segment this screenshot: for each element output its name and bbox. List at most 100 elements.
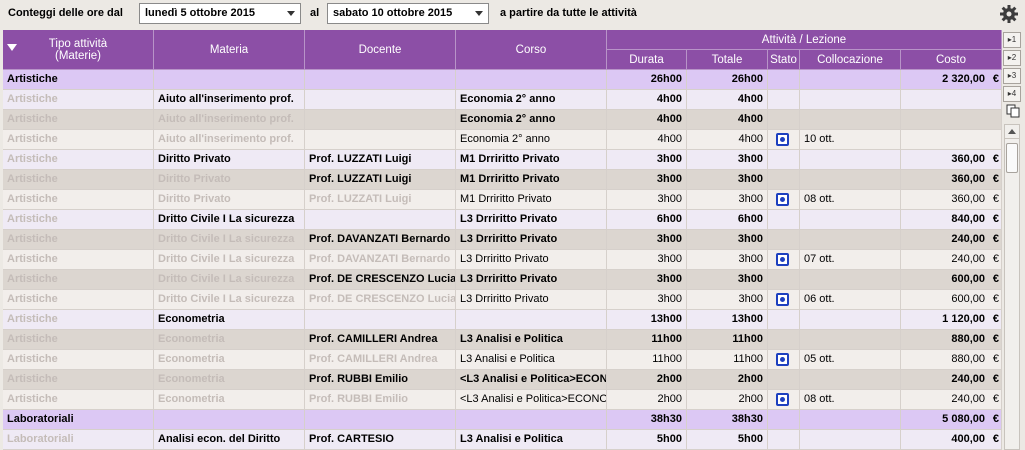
status-icon[interactable] (776, 253, 789, 266)
table-row[interactable]: Artistiche Dritto Civile I La sicurezza L3… (3, 210, 1002, 230)
table-row[interactable]: Artistiche Diritto Privato Prof. LUZZATI L… (3, 150, 1002, 170)
table-row[interactable]: Artistiche Econometria 13h00 13h00 1 120,00 € (3, 310, 1002, 330)
table-row[interactable]: Artistiche Dritto Civile I La sicurezza Pr… (3, 290, 1002, 310)
header-durata[interactable]: Durata (607, 50, 687, 70)
date-from-select[interactable]: lunedì 5 ottobre 2015 (139, 3, 301, 24)
level-4-button[interactable]: ▸4 (1003, 86, 1021, 102)
cell-costo: 2 320,00 € (901, 70, 1002, 89)
cell-corso: <L3 Analisi e Politica>ECONO G (456, 390, 607, 409)
cell-materia: Analisi econ. del Diritto (154, 430, 305, 449)
table-row[interactable]: Artistiche Aiuto all'inserimento prof. Eco… (3, 90, 1002, 110)
cell-stato (768, 230, 800, 249)
cell-costo: 600,00 € (901, 290, 1002, 309)
cell-costo: 1 120,00 € (901, 310, 1002, 329)
header-attivita-lezione: Attività / Lezione (607, 30, 1002, 50)
scroll-thumb[interactable] (1006, 143, 1018, 173)
sort-desc-icon[interactable] (7, 44, 17, 51)
cell-collocazione: 08 ott. (800, 390, 901, 409)
level-3-button[interactable]: ▸3 (1003, 68, 1021, 84)
header-docente[interactable]: Docente (305, 30, 456, 70)
cell-docente: Prof. LUZZATI Luigi (305, 150, 456, 169)
cell-corso (456, 410, 607, 429)
cell-collocazione (800, 430, 901, 449)
table-row[interactable]: Artistiche Econometria Prof. CAMILLERI And… (3, 350, 1002, 370)
level-2-button[interactable]: ▸2 (1003, 50, 1021, 66)
header-stato[interactable]: Stato (768, 50, 800, 70)
table-row[interactable]: Artistiche Dritto Civile I La sicurezza Pr… (3, 250, 1002, 270)
copy-icon[interactable] (1006, 104, 1020, 118)
table-row[interactable]: Artistiche Econometria Prof. RUBBI Emilio <… (3, 370, 1002, 390)
level-1-button[interactable]: ▸1 (1003, 32, 1021, 48)
table-row[interactable]: Artistiche Econometria Prof. RUBBI Emilio <… (3, 390, 1002, 410)
cell-durata: 3h00 (607, 150, 687, 169)
table-row[interactable]: Laboratoriali Analisi econ. del Diritto Pr… (3, 430, 1002, 450)
cell-totale: 26h00 (687, 70, 768, 89)
costo-value: 360,00 (951, 153, 985, 165)
vertical-scrollbar[interactable] (1004, 124, 1020, 450)
cell-costo: 240,00 € (901, 230, 1002, 249)
cell-materia: Econometria (154, 330, 305, 349)
cell-collocazione: 08 ott. (800, 190, 901, 209)
cell-tipo: Artistiche (3, 330, 154, 349)
euro-sign: € (992, 433, 999, 445)
cell-totale: 3h00 (687, 230, 768, 249)
cell-docente (305, 90, 456, 109)
scroll-up-icon[interactable] (1005, 125, 1019, 139)
header-collocazione[interactable]: Collocazione (800, 50, 901, 70)
cell-totale: 2h00 (687, 390, 768, 409)
gear-icon[interactable] (999, 4, 1019, 24)
cell-totale: 6h00 (687, 210, 768, 229)
status-icon[interactable] (776, 353, 789, 366)
costo-value: 2 320,00 (942, 73, 985, 85)
cell-collocazione: 07 ott. (800, 250, 901, 269)
table-row[interactable]: Artistiche Aiuto all'inserimento prof. Eco… (3, 130, 1002, 150)
cell-materia: Econometria (154, 390, 305, 409)
cell-durata: 4h00 (607, 130, 687, 149)
costo-value: 240,00 (951, 393, 985, 405)
header-corso[interactable]: Corso (456, 30, 607, 70)
table-row[interactable]: Laboratoriali 38h30 38h30 5 080,00 € (3, 410, 1002, 430)
cell-stato (768, 110, 800, 129)
cell-materia: Dritto Civile I La sicurezza (154, 210, 305, 229)
table-row[interactable]: Artistiche Econometria Prof. CAMILLERI And… (3, 330, 1002, 350)
cell-durata: 26h00 (607, 70, 687, 89)
cell-totale: 3h00 (687, 270, 768, 289)
cell-stato (768, 370, 800, 389)
chevron-down-icon (475, 11, 483, 16)
table-row[interactable]: Artistiche 26h00 26h00 2 320,00 € (3, 70, 1002, 90)
table-row[interactable]: Artistiche Dritto Civile I La sicurezza Pr… (3, 230, 1002, 250)
header-tipo-attivita[interactable]: Tipo attività (Materie) (3, 30, 154, 70)
cell-stato (768, 270, 800, 289)
table-row[interactable]: Artistiche Aiuto all'inserimento prof. Eco… (3, 110, 1002, 130)
header-costo[interactable]: Costo (901, 50, 1002, 70)
cell-costo (901, 90, 1002, 109)
table-row[interactable]: Artistiche Diritto Privato Prof. LUZZATI L… (3, 190, 1002, 210)
table-row[interactable]: Artistiche Dritto Civile I La sicurezza Pr… (3, 270, 1002, 290)
cell-materia: Dritto Civile I La sicurezza (154, 230, 305, 249)
cell-stato (768, 90, 800, 109)
cell-collocazione (800, 170, 901, 189)
cell-durata: 3h00 (607, 290, 687, 309)
status-icon[interactable] (776, 393, 789, 406)
cell-totale: 2h00 (687, 370, 768, 389)
status-icon[interactable] (776, 193, 789, 206)
cell-materia: Econometria (154, 370, 305, 389)
header-materia[interactable]: Materia (154, 30, 305, 70)
header-totale[interactable]: Totale (687, 50, 768, 70)
table-row[interactable]: Artistiche Diritto Privato Prof. LUZZATI L… (3, 170, 1002, 190)
cell-stato (768, 290, 800, 309)
cell-durata: 11h00 (607, 350, 687, 369)
status-icon[interactable] (776, 133, 789, 146)
cell-stato (768, 350, 800, 369)
cell-materia: Dritto Civile I La sicurezza (154, 290, 305, 309)
status-icon[interactable] (776, 293, 789, 306)
cell-collocazione (800, 90, 901, 109)
cell-docente (305, 210, 456, 229)
cell-docente: Prof. RUBBI Emilio (305, 370, 456, 389)
date-to-select[interactable]: sabato 10 ottobre 2015 (327, 3, 489, 24)
cell-tipo: Artistiche (3, 210, 154, 229)
cell-collocazione (800, 270, 901, 289)
cell-stato (768, 250, 800, 269)
side-controls: ▸1 ▸2 ▸3 ▸4 (1003, 30, 1025, 450)
costo-value: 5 080,00 (942, 413, 985, 425)
